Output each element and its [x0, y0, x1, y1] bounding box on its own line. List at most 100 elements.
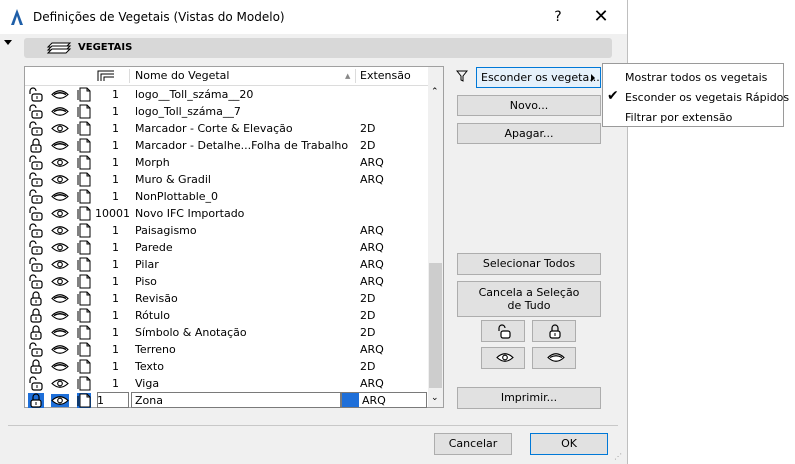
table-row[interactable]: 1 Marcador - Corte & Elevação 2D: [25, 120, 429, 137]
table-row[interactable]: 1 Muro & Gradil ARQ: [25, 171, 429, 188]
eye-closed-icon[interactable]: [51, 88, 69, 101]
eye-open-icon[interactable]: [51, 275, 69, 288]
eye-open-icon[interactable]: [51, 207, 69, 220]
eye-open-icon[interactable]: [51, 394, 69, 407]
eye-closed-icon[interactable]: [51, 139, 69, 152]
menu-item-filter-extension[interactable]: Filtrar por extensão: [603, 107, 783, 126]
layer-page-icon[interactable]: [77, 240, 91, 255]
header-name[interactable]: Nome do Vegetal: [135, 69, 229, 82]
table-row[interactable]: 1 Terreno ARQ: [25, 341, 429, 358]
lock-icon[interactable]: [28, 325, 44, 340]
hide-button[interactable]: [532, 347, 576, 369]
lock-icon[interactable]: [28, 291, 44, 306]
table-row[interactable]: 1 Texto 2D: [25, 358, 429, 375]
layer-page-icon[interactable]: [77, 393, 91, 408]
lock-icon[interactable]: [28, 359, 44, 374]
eye-open-icon[interactable]: [51, 156, 69, 169]
layer-page-icon[interactable]: [77, 121, 91, 136]
menu-item-hide-quick[interactable]: ✔ Esconder os vegetais Rápidos: [603, 87, 789, 106]
print-button[interactable]: Imprimir...: [457, 387, 601, 409]
close-icon[interactable]: ✕: [588, 4, 614, 30]
lock-icon[interactable]: [28, 393, 44, 408]
help-button[interactable]: ?: [545, 4, 571, 30]
unlock-icon[interactable]: [28, 155, 44, 170]
layer-page-icon[interactable]: [77, 87, 91, 102]
menu-item-show-all[interactable]: Mostrar todos os vegetais: [603, 67, 783, 86]
table-row[interactable]: 1 Zona ARQ: [25, 392, 429, 409]
unlock-icon[interactable]: [28, 342, 44, 357]
table-row[interactable]: 1 logo_Toll_száma__7: [25, 103, 429, 120]
scroll-up-icon[interactable]: ⌃: [431, 87, 439, 97]
eye-open-icon[interactable]: [51, 241, 69, 254]
layer-page-icon[interactable]: [77, 223, 91, 238]
layer-list[interactable]: Nome do Vegetal ▲ Extensão 1 logo__Toll_s…: [24, 66, 444, 408]
header-extension[interactable]: Extensão: [360, 69, 411, 82]
unlock-icon[interactable]: [28, 376, 44, 391]
unlock-icon[interactable]: [28, 172, 44, 187]
title-bar[interactable]: Definições de Vegetais (Vistas do Modelo…: [0, 0, 627, 34]
eye-open-icon[interactable]: [51, 173, 69, 186]
unlock-icon[interactable]: [28, 206, 44, 221]
new-layer-button[interactable]: Novo...: [457, 95, 601, 116]
unlock-icon[interactable]: [28, 189, 44, 204]
deselect-all-button[interactable]: Cancela a Seleção de Tudo: [457, 281, 601, 317]
layer-page-icon[interactable]: [77, 104, 91, 119]
lock-icon[interactable]: [28, 308, 44, 323]
layer-page-icon[interactable]: [77, 172, 91, 187]
eye-closed-icon[interactable]: [51, 360, 69, 373]
unlock-button[interactable]: [481, 320, 525, 342]
table-row[interactable]: 1 Rótulo 2D: [25, 307, 429, 324]
table-row[interactable]: 1 logo__Toll_száma__20: [25, 86, 429, 103]
table-row[interactable]: 1 Parede ARQ: [25, 239, 429, 256]
layer-page-icon[interactable]: [77, 291, 91, 306]
eye-open-icon[interactable]: [51, 122, 69, 135]
scrollbar[interactable]: ⌃ ⌄: [428, 67, 443, 407]
table-row[interactable]: 1 NonPlottable_0: [25, 188, 429, 205]
eye-closed-icon[interactable]: [51, 105, 69, 118]
eye-open-icon[interactable]: [51, 224, 69, 237]
scroll-thumb[interactable]: [429, 263, 442, 388]
lock-button[interactable]: [532, 320, 576, 342]
eye-closed-icon[interactable]: [51, 343, 69, 356]
table-row[interactable]: 1 Morph ARQ: [25, 154, 429, 171]
layer-page-icon[interactable]: [77, 138, 91, 153]
table-row[interactable]: 1 Viga ARQ: [25, 375, 429, 392]
unlock-icon[interactable]: [28, 223, 44, 238]
table-row[interactable]: 10001 Novo IFC Importado: [25, 205, 429, 222]
unlock-icon[interactable]: [28, 257, 44, 272]
ok-button[interactable]: OK: [530, 433, 608, 455]
resize-grip-icon[interactable]: ⋰: [614, 452, 622, 461]
layer-page-icon[interactable]: [77, 308, 91, 323]
unlock-icon[interactable]: [28, 121, 44, 136]
show-button[interactable]: [481, 347, 525, 369]
layer-page-icon[interactable]: [77, 274, 91, 289]
select-all-button[interactable]: Selecionar Todos: [457, 253, 601, 275]
layer-page-icon[interactable]: [77, 155, 91, 170]
table-row[interactable]: 1 Paisagismo ARQ: [25, 222, 429, 239]
unlock-icon[interactable]: [28, 87, 44, 102]
section-header[interactable]: VEGETAIS: [24, 38, 612, 58]
layer-page-icon[interactable]: [77, 359, 91, 374]
eye-closed-icon[interactable]: [51, 326, 69, 339]
table-row[interactable]: 1 Piso ARQ: [25, 273, 429, 290]
table-row[interactable]: 1 Revisão 2D: [25, 290, 429, 307]
pen-column-icon[interactable]: [97, 69, 115, 82]
layer-page-icon[interactable]: [77, 189, 91, 204]
hide-layers-dropdown-button[interactable]: Esconder os vegeta...: [476, 67, 601, 88]
collapse-arrow-icon[interactable]: [4, 40, 12, 45]
table-row[interactable]: 1 Pilar ARQ: [25, 256, 429, 273]
unlock-icon[interactable]: [28, 104, 44, 119]
eye-open-icon[interactable]: [51, 258, 69, 271]
eye-closed-icon[interactable]: [51, 292, 69, 305]
layer-page-icon[interactable]: [77, 342, 91, 357]
lock-icon[interactable]: [28, 138, 44, 153]
layer-page-icon[interactable]: [77, 376, 91, 391]
eye-closed-icon[interactable]: [51, 309, 69, 322]
cancel-button[interactable]: Cancelar: [434, 433, 512, 455]
layer-page-icon[interactable]: [77, 325, 91, 340]
eye-closed-icon[interactable]: [51, 190, 69, 203]
table-row[interactable]: 1 Símbolo & Anotação 2D: [25, 324, 429, 341]
delete-layer-button[interactable]: Apagar...: [457, 123, 601, 144]
eye-open-icon[interactable]: [51, 377, 69, 390]
unlock-icon[interactable]: [28, 240, 44, 255]
